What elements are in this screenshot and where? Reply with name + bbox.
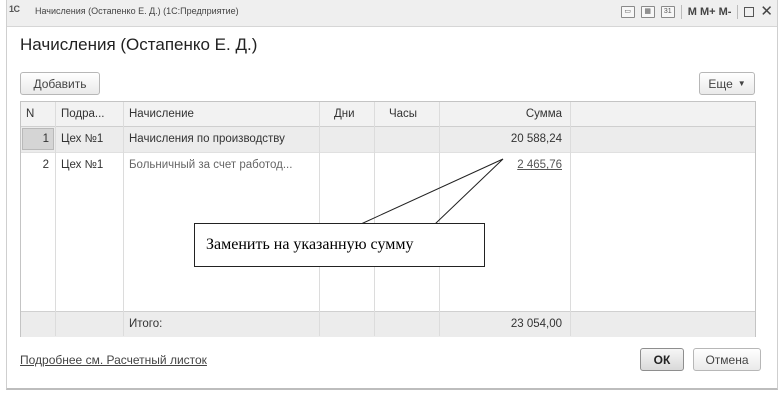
payslip-link[interactable]: Подробнее см. Расчетный листок: [20, 353, 207, 367]
ok-button[interactable]: ОК: [640, 348, 684, 371]
dialog-window: 1С Начисления (Остапенко Е. Д.) (1С:Пред…: [6, 0, 778, 390]
cancel-button-label: Отмена: [705, 352, 749, 367]
ok-button-label: ОК: [653, 352, 671, 367]
cancel-button[interactable]: Отмена: [693, 348, 761, 371]
callout-pointer: [360, 158, 504, 225]
callout-text: Заменить на указанную сумму: [206, 236, 414, 253]
annotation-callout: Заменить на указанную сумму: [194, 223, 485, 267]
